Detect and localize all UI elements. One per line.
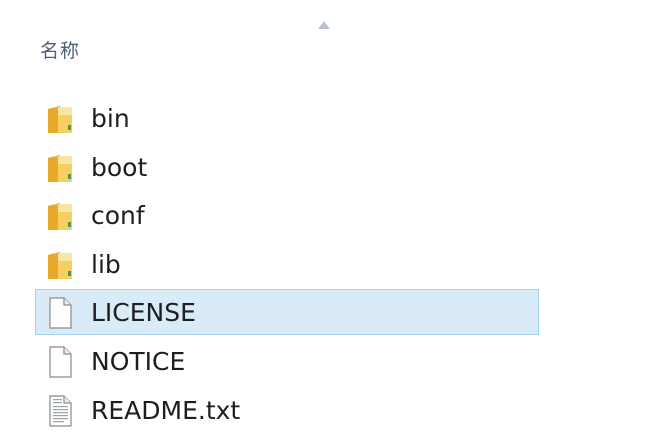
list-item-notice[interactable]: NOTICE [0,338,664,387]
folder-icon [48,203,72,231]
list-item-boot[interactable]: boot [0,144,664,193]
list-item-lib[interactable]: lib [0,241,664,290]
sort-ascending-icon[interactable] [317,20,331,30]
file-name: conf [91,201,145,231]
list-item-bin[interactable]: bin [0,95,664,144]
text-file-icon [49,394,72,427]
list-item-conf[interactable]: conf [0,192,664,241]
file-name: lib [91,249,121,279]
file-icon [49,346,72,378]
file-name: README.txt [91,395,241,425]
file-name: LICENSE [91,298,196,328]
file-name: boot [91,152,148,182]
folder-icon [48,106,72,133]
file-icon [49,297,72,329]
list-item-license[interactable]: LICENSE [0,289,664,338]
folder-icon [48,251,72,279]
column-header-name[interactable]: 名称 [40,36,80,63]
list-header: 名称 [0,0,664,80]
list-item-readme[interactable]: README.txt [0,387,664,436]
file-name: NOTICE [91,346,186,376]
file-list: bin boot conf lib LICENSE NOTICE README.… [0,95,664,435]
file-name: bin [91,104,130,133]
folder-icon [48,154,72,182]
